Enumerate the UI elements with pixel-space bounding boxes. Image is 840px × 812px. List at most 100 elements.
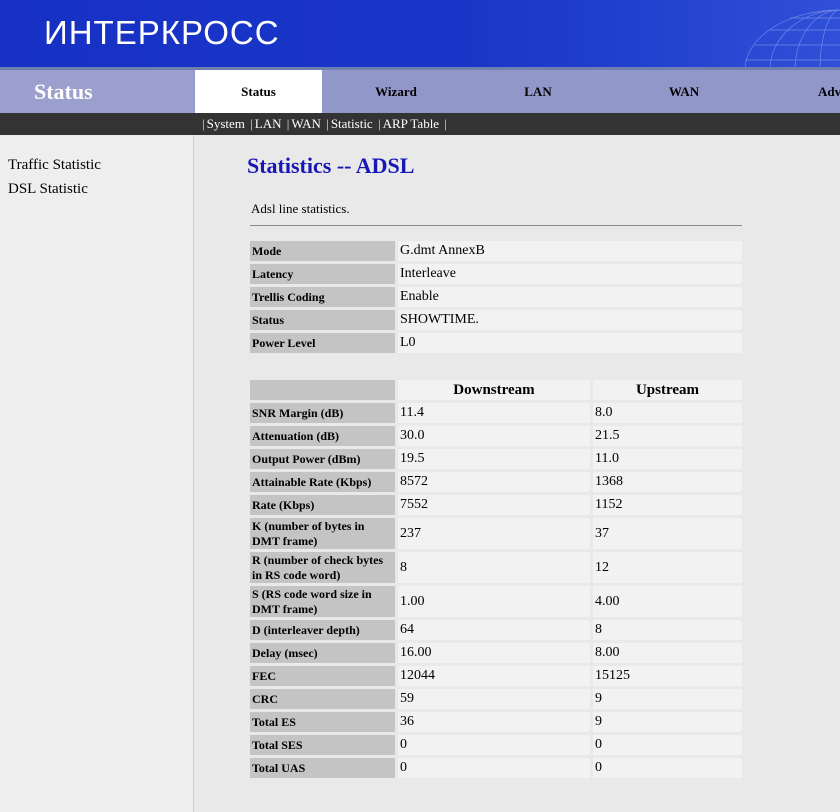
tab-wan[interactable]: WAN (624, 70, 744, 113)
stats-row: FEC 12044 15125 (250, 666, 742, 686)
stats-downstream-value: 36 (398, 712, 590, 732)
stats-upstream-value: 1152 (593, 495, 742, 515)
stats-upstream-value: 4.00 (593, 586, 742, 617)
section-title: Status (0, 70, 194, 113)
stats-downstream-value: 30.0 (398, 426, 590, 446)
page-title: Statistics -- ADSL (247, 153, 415, 178)
stats-downstream-value: 0 (398, 758, 590, 778)
main-content: Statistics -- ADSL Adsl line statistics.… (195, 135, 840, 812)
sidebar-item-dsl-statistic[interactable]: DSL Statistic (8, 181, 88, 198)
subnav-arp-table[interactable]: ARP Table (383, 116, 440, 131)
subnav-wan[interactable]: WAN (291, 116, 321, 131)
stats-label: Delay (msec) (250, 643, 395, 663)
stats-upstream-value: 12 (593, 552, 742, 583)
stats-downstream-value: 16.00 (398, 643, 590, 663)
stats-row: D (interleaver depth) 64 8 (250, 620, 742, 640)
stats-downstream-value: 8572 (398, 472, 590, 492)
brand-banner: ИНТЕРКРОСС (0, 0, 840, 67)
stats-upstream-value: 0 (593, 758, 742, 778)
sidebar-item-traffic-statistic[interactable]: Traffic Statistic (8, 157, 101, 174)
tab-advanced[interactable]: Adv (818, 70, 840, 113)
info-value: Interleave (398, 264, 742, 284)
stats-downstream-value: 59 (398, 689, 590, 709)
stats-label: R (number of check bytes in RS code word… (250, 552, 395, 583)
stats-row: Attainable Rate (Kbps) 8572 1368 (250, 472, 742, 492)
stats-downstream-value: 0 (398, 735, 590, 755)
tab-wizard[interactable]: Wizard (335, 70, 457, 113)
stats-label: Attenuation (dB) (250, 426, 395, 446)
stats-downstream-value: 12044 (398, 666, 590, 686)
brand-logo-text: ИНТЕРКРОСС (44, 14, 280, 51)
info-row: Trellis Coding Enable (250, 287, 742, 307)
stats-downstream-value: 1.00 (398, 586, 590, 617)
stats-label: Attainable Rate (Kbps) (250, 472, 395, 492)
line-stats-table: Downstream Upstream SNR Margin (dB) 11.4 8… (247, 377, 745, 781)
stats-label: CRC (250, 689, 395, 709)
info-label: Mode (250, 241, 395, 261)
stats-row: CRC 59 9 (250, 689, 742, 709)
subnav-system[interactable]: System (207, 116, 245, 131)
main-tab-bar: Status Status Wizard LAN WAN Adv (0, 70, 840, 113)
stats-downstream-value: 19.5 (398, 449, 590, 469)
stats-upstream-value: 9 (593, 712, 742, 732)
stats-row: SNR Margin (dB) 11.4 8.0 (250, 403, 742, 423)
stats-downstream-value: 237 (398, 518, 590, 549)
stats-row: K (number of bytes in DMT frame) 237 37 (250, 518, 742, 549)
stats-downstream-value: 64 (398, 620, 590, 640)
info-value: L0 (398, 333, 742, 353)
stats-label: Total SES (250, 735, 395, 755)
stats-row: Rate (Kbps) 7552 1152 (250, 495, 742, 515)
stats-label: K (number of bytes in DMT frame) (250, 518, 395, 549)
stats-upstream-value: 1368 (593, 472, 742, 492)
tab-lan[interactable]: LAN (478, 70, 598, 113)
sidebar: Traffic Statistic DSL Statistic (0, 135, 194, 812)
stats-row: Total UAS 0 0 (250, 758, 742, 778)
stats-label: Total ES (250, 712, 395, 732)
stats-row: Delay (msec) 16.00 8.00 (250, 643, 742, 663)
info-row: Status SHOWTIME. (250, 310, 742, 330)
stats-downstream-value: 11.4 (398, 403, 590, 423)
stats-label: D (interleaver depth) (250, 620, 395, 640)
stats-upstream-value: 8.00 (593, 643, 742, 663)
info-row: Latency Interleave (250, 264, 742, 284)
sub-navigation: | System | LAN | WAN | Statistic | ARP Table … (0, 113, 840, 135)
stats-label: Rate (Kbps) (250, 495, 395, 515)
stats-upstream-value: 8 (593, 620, 742, 640)
page-description: Adsl line statistics. (251, 201, 350, 216)
stats-label: Output Power (dBm) (250, 449, 395, 469)
stats-row: Output Power (dBm) 19.5 11.0 (250, 449, 742, 469)
subnav-lan[interactable]: LAN (255, 116, 282, 131)
subnav-statistic[interactable]: Statistic (331, 116, 373, 131)
tab-status[interactable]: Status (195, 70, 322, 113)
stats-upstream-value: 21.5 (593, 426, 742, 446)
stats-row: R (number of check bytes in RS code word… (250, 552, 742, 583)
stats-label: FEC (250, 666, 395, 686)
stats-label: SNR Margin (dB) (250, 403, 395, 423)
info-label: Status (250, 310, 395, 330)
stats-row: Total SES 0 0 (250, 735, 742, 755)
stats-downstream-value: 8 (398, 552, 590, 583)
info-row: Mode G.dmt AnnexB (250, 241, 742, 261)
info-value: Enable (398, 287, 742, 307)
stats-upstream-value: 11.0 (593, 449, 742, 469)
stats-row: S (RS code word size in DMT frame) 1.00 4.… (250, 586, 742, 617)
stats-row: Attenuation (dB) 30.0 21.5 (250, 426, 742, 446)
stats-upstream-value: 0 (593, 735, 742, 755)
info-label: Trellis Coding (250, 287, 395, 307)
stats-downstream-value: 7552 (398, 495, 590, 515)
stats-upstream-value: 37 (593, 518, 742, 549)
stats-upstream-value: 9 (593, 689, 742, 709)
brand-logo: ИНТЕРКРОСС (44, 14, 280, 52)
globe-grid-icon (744, 9, 840, 67)
info-label: Latency (250, 264, 395, 284)
section-divider (250, 225, 742, 226)
stats-label: S (RS code word size in DMT frame) (250, 586, 395, 617)
stats-header-row: Downstream Upstream (250, 380, 742, 400)
line-info-table: Mode G.dmt AnnexB Latency Interleave Trellis… (247, 238, 745, 356)
info-value: SHOWTIME. (398, 310, 742, 330)
info-label: Power Level (250, 333, 395, 353)
stats-header-blank (250, 380, 395, 400)
stats-header-downstream: Downstream (398, 380, 590, 400)
stats-upstream-value: 8.0 (593, 403, 742, 423)
info-row: Power Level L0 (250, 333, 742, 353)
